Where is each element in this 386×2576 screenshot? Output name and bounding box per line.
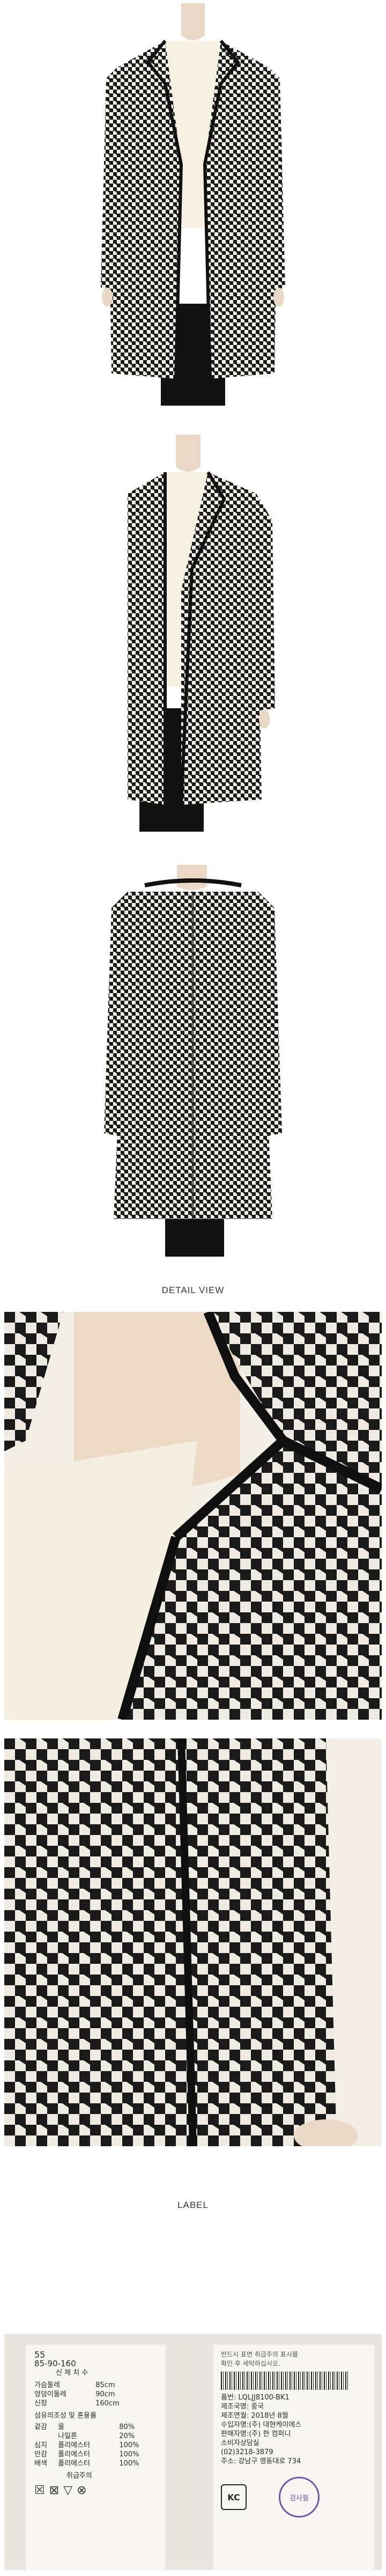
size-fabric-tag: 55 85-90-160 신 체 치 수 가슴둘레 85cm 엉덩이둘레 90c… — [26, 2345, 165, 2570]
label-heading: LABEL — [177, 2200, 209, 2210]
inspection-stamp-icon: 검사필 — [279, 2477, 320, 2518]
fabric-row: 안감 폴리에스터 100% — [34, 2450, 139, 2458]
measure-row: 가슴둘레 85cm — [34, 2381, 115, 2389]
product-photo-back — [4, 854, 382, 1262]
product-photo-front — [4, 3, 382, 411]
barcode-icon — [221, 2372, 350, 2390]
size-caption: 신 체 치 수 — [56, 2369, 88, 2377]
detail-photo-lapel — [4, 1312, 382, 1720]
fabric-row: 나일론 20% — [58, 2432, 135, 2440]
care-symbols-icon: ☒⊠▽⊗ — [34, 2484, 91, 2497]
size-value: 55 — [34, 2350, 46, 2360]
detail-photo-sleeve — [4, 1738, 382, 2146]
kc-mark-icon: KC — [221, 2484, 247, 2510]
fabric-row: 심지 폴리에스터 100% — [34, 2441, 139, 2449]
measure-row: 엉덩이둘레 90cm — [34, 2390, 115, 2398]
product-info-tag: 반드시 표면 취급주의 표시를 확인 후 세탁하십시오. 품번: LQLJJ81… — [213, 2345, 374, 2570]
fabric-row: 겉감 울 80% — [34, 2423, 135, 2431]
fabric-row: 배색 폴리에스터 100% — [34, 2460, 139, 2468]
measure-row: 신장 160cm — [34, 2399, 120, 2408]
product-photo-side — [4, 429, 382, 837]
fiber-caption: 섬유의조성 및 혼용률 — [34, 2412, 96, 2420]
detail-view-heading: DETAIL VIEW — [161, 1285, 225, 1295]
label-photo: 55 85-90-160 신 체 치 수 가슴둘레 85cm 엉덩이둘레 90c… — [4, 2334, 382, 2570]
body-size-value: 85-90-160 — [34, 2359, 76, 2368]
care-caption: 취급주의 — [66, 2472, 92, 2480]
